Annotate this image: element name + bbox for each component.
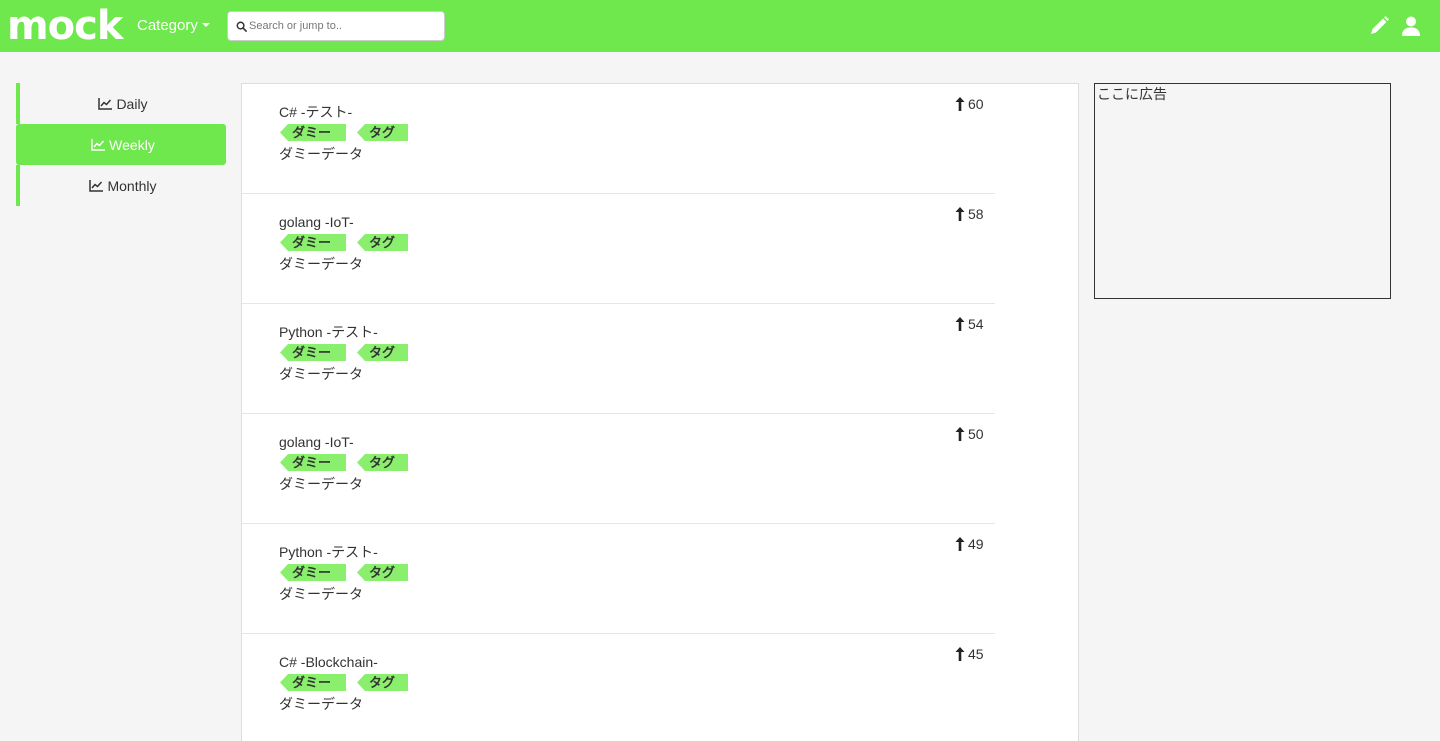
pencil-icon[interactable] bbox=[1368, 15, 1390, 37]
search-icon bbox=[236, 21, 247, 32]
tag[interactable]: タグ bbox=[357, 564, 408, 581]
list-item[interactable]: C# -Blockchain- ダミー タグ ダミーデータ 45 bbox=[242, 634, 995, 741]
tag[interactable]: タグ bbox=[357, 234, 408, 251]
nav-item-label: Daily bbox=[116, 95, 148, 112]
article-title[interactable]: C# -Blockchain- bbox=[279, 654, 378, 670]
tag[interactable]: ダミー bbox=[280, 564, 346, 581]
article-title[interactable]: golang -IoT- bbox=[279, 434, 354, 450]
category-label: Category bbox=[137, 17, 198, 34]
list-item[interactable]: Python -テスト- ダミー タグ ダミーデータ 54 bbox=[242, 304, 995, 414]
article-list: C# -テスト- ダミー タグ ダミーデータ 60 golang -IoT- ダ… bbox=[241, 83, 1079, 741]
score: 58 bbox=[955, 206, 984, 222]
nav-item-weekly[interactable]: Weekly bbox=[16, 124, 226, 165]
article-description: ダミーデータ bbox=[279, 586, 363, 602]
arrow-up-icon bbox=[955, 207, 965, 221]
tag[interactable]: タグ bbox=[357, 124, 408, 141]
tag[interactable]: ダミー bbox=[280, 454, 346, 471]
arrow-up-icon bbox=[955, 317, 965, 331]
score-value: 49 bbox=[968, 536, 984, 552]
category-dropdown[interactable]: Category bbox=[137, 17, 210, 35]
score: 54 bbox=[955, 316, 984, 332]
caret-down-icon bbox=[201, 23, 210, 28]
arrow-up-icon bbox=[955, 97, 965, 111]
search-input[interactable] bbox=[249, 12, 439, 40]
nav-item-label: Weekly bbox=[109, 136, 155, 153]
search-box[interactable] bbox=[227, 11, 445, 41]
nav-item-label: Monthly bbox=[107, 177, 157, 194]
article-description: ダミーデータ bbox=[279, 256, 363, 272]
arrow-up-icon bbox=[955, 647, 965, 661]
ad-text: ここに広告 bbox=[1097, 86, 1167, 102]
arrow-up-icon bbox=[955, 427, 965, 441]
score: 45 bbox=[955, 646, 984, 662]
score-value: 54 bbox=[968, 316, 984, 332]
score: 50 bbox=[955, 426, 984, 442]
score-value: 45 bbox=[968, 646, 984, 662]
tag[interactable]: ダミー bbox=[280, 124, 346, 141]
user-icon[interactable] bbox=[1400, 15, 1422, 37]
tag[interactable]: タグ bbox=[357, 674, 408, 691]
brand-logo[interactable]: mock bbox=[7, 3, 123, 49]
ad-placeholder: ここに広告 bbox=[1094, 83, 1391, 299]
list-item[interactable]: golang -IoT- ダミー タグ ダミーデータ 58 bbox=[242, 194, 995, 304]
tag[interactable]: タグ bbox=[357, 454, 408, 471]
ranking-period-nav: Daily Weekly Monthly bbox=[16, 83, 226, 206]
tag[interactable]: タグ bbox=[357, 344, 408, 361]
article-title[interactable]: golang -IoT- bbox=[279, 214, 354, 230]
article-title[interactable]: Python -テスト- bbox=[279, 544, 378, 560]
score: 60 bbox=[955, 96, 984, 112]
article-title[interactable]: Python -テスト- bbox=[279, 324, 378, 340]
list-item[interactable]: golang -IoT- ダミー タグ ダミーデータ 50 bbox=[242, 414, 995, 524]
tag[interactable]: ダミー bbox=[280, 234, 346, 251]
article-description: ダミーデータ bbox=[279, 696, 363, 712]
score-value: 50 bbox=[968, 426, 984, 442]
list-item[interactable]: Python -テスト- ダミー タグ ダミーデータ 49 bbox=[242, 524, 995, 634]
score: 49 bbox=[955, 536, 984, 552]
top-navbar: mock Category bbox=[0, 0, 1440, 52]
chart-line-icon bbox=[98, 97, 113, 110]
nav-item-daily[interactable]: Daily bbox=[16, 83, 226, 124]
arrow-up-icon bbox=[955, 537, 965, 551]
article-description: ダミーデータ bbox=[279, 476, 363, 492]
tag[interactable]: ダミー bbox=[280, 344, 346, 361]
chart-line-icon bbox=[89, 179, 104, 192]
article-description: ダミーデータ bbox=[279, 366, 363, 382]
score-value: 58 bbox=[968, 206, 984, 222]
list-item[interactable]: C# -テスト- ダミー タグ ダミーデータ 60 bbox=[242, 84, 995, 194]
nav-item-monthly[interactable]: Monthly bbox=[16, 165, 226, 206]
chart-line-icon bbox=[91, 138, 106, 151]
article-title[interactable]: C# -テスト- bbox=[279, 104, 352, 120]
tag[interactable]: ダミー bbox=[280, 674, 346, 691]
score-value: 60 bbox=[968, 96, 984, 112]
article-description: ダミーデータ bbox=[279, 146, 363, 162]
